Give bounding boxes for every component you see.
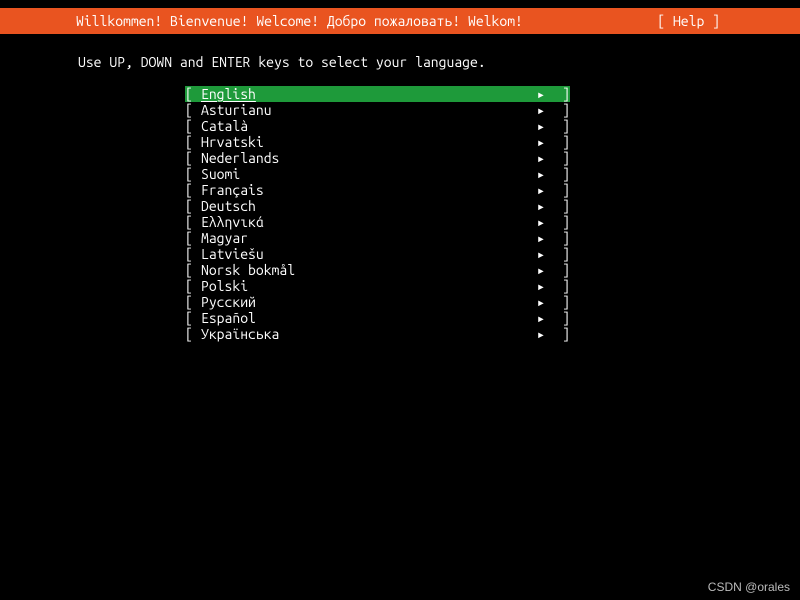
language-name: Norsk bokmål	[201, 262, 534, 278]
language-name: Nederlands	[201, 150, 534, 166]
language-name: Español	[201, 310, 534, 326]
language-item[interactable]: [ Ελληνικά▸ ]	[185, 214, 570, 230]
submenu-arrow-icon: ▸	[534, 198, 548, 214]
bracket-open-icon: [	[185, 278, 201, 294]
bracket-close-icon: ]	[548, 326, 570, 342]
language-item[interactable]: [ Français▸ ]	[185, 182, 570, 198]
bracket-open-icon: [	[185, 150, 201, 166]
submenu-arrow-icon: ▸	[534, 102, 548, 118]
bracket-open-icon: [	[185, 294, 201, 310]
bracket-close-icon: ]	[548, 150, 570, 166]
language-name: Українська	[201, 326, 534, 342]
bracket-open-icon: [	[185, 310, 201, 326]
language-name: English	[201, 86, 534, 102]
submenu-arrow-icon: ▸	[534, 134, 548, 150]
submenu-arrow-icon: ▸	[534, 182, 548, 198]
submenu-arrow-icon: ▸	[534, 166, 548, 182]
language-item[interactable]: [ Deutsch▸ ]	[185, 198, 570, 214]
language-name: Polski	[201, 278, 534, 294]
language-item[interactable]: [ Українська▸ ]	[185, 326, 570, 342]
bracket-close-icon: ]	[548, 230, 570, 246]
bracket-open-icon: [	[185, 246, 201, 262]
language-name: Hrvatski	[201, 134, 534, 150]
bracket-close-icon: ]	[548, 102, 570, 118]
language-item[interactable]: [ Latviešu▸ ]	[185, 246, 570, 262]
language-item[interactable]: [ Русский▸ ]	[185, 294, 570, 310]
bracket-open-icon: [	[185, 326, 201, 342]
bracket-open-icon: [	[185, 214, 201, 230]
bracket-open-icon: [	[185, 102, 201, 118]
help-button[interactable]: [ Help ]	[657, 8, 786, 34]
bracket-close-icon: ]	[548, 166, 570, 182]
language-item[interactable]: [ Asturianu▸ ]	[185, 102, 570, 118]
language-name: Latviešu	[201, 246, 534, 262]
submenu-arrow-icon: ▸	[534, 118, 548, 134]
bracket-close-icon: ]	[548, 262, 570, 278]
bracket-open-icon: [	[185, 86, 201, 102]
instruction-text: Use UP, DOWN and ENTER keys to select yo…	[78, 54, 486, 70]
language-list: [ English▸ ][ Asturianu▸ ][ Català▸ ][ H…	[185, 86, 570, 342]
language-name: Русский	[201, 294, 534, 310]
language-name: Suomi	[201, 166, 534, 182]
submenu-arrow-icon: ▸	[534, 278, 548, 294]
bracket-open-icon: [	[185, 166, 201, 182]
language-name: Magyar	[201, 230, 534, 246]
submenu-arrow-icon: ▸	[534, 262, 548, 278]
bracket-close-icon: ]	[548, 310, 570, 326]
submenu-arrow-icon: ▸	[534, 310, 548, 326]
submenu-arrow-icon: ▸	[534, 86, 548, 102]
language-item[interactable]: [ Nederlands▸ ]	[185, 150, 570, 166]
bracket-close-icon: ]	[548, 198, 570, 214]
language-name: Asturianu	[201, 102, 534, 118]
bracket-open-icon: [	[185, 198, 201, 214]
language-item[interactable]: [ Català▸ ]	[185, 118, 570, 134]
language-item[interactable]: [ Magyar▸ ]	[185, 230, 570, 246]
welcome-title: Willkommen! Bienvenue! Welcome! Добро по…	[14, 8, 523, 34]
bracket-close-icon: ]	[548, 182, 570, 198]
header-bar: Willkommen! Bienvenue! Welcome! Добро по…	[0, 8, 800, 34]
bracket-close-icon: ]	[548, 118, 570, 134]
submenu-arrow-icon: ▸	[534, 214, 548, 230]
language-name: Français	[201, 182, 534, 198]
bracket-close-icon: ]	[548, 86, 570, 102]
bracket-close-icon: ]	[548, 214, 570, 230]
language-item[interactable]: [ Hrvatski▸ ]	[185, 134, 570, 150]
bracket-open-icon: [	[185, 118, 201, 134]
bracket-close-icon: ]	[548, 246, 570, 262]
bracket-close-icon: ]	[548, 134, 570, 150]
submenu-arrow-icon: ▸	[534, 326, 548, 342]
language-name: Català	[201, 118, 534, 134]
language-name: Ελληνικά	[201, 214, 534, 230]
bracket-open-icon: [	[185, 134, 201, 150]
language-item[interactable]: [ Norsk bokmål▸ ]	[185, 262, 570, 278]
watermark: CSDN @orales	[708, 580, 790, 594]
language-item[interactable]: [ Español▸ ]	[185, 310, 570, 326]
bracket-close-icon: ]	[548, 294, 570, 310]
bracket-open-icon: [	[185, 262, 201, 278]
submenu-arrow-icon: ▸	[534, 230, 548, 246]
submenu-arrow-icon: ▸	[534, 150, 548, 166]
language-name: Deutsch	[201, 198, 534, 214]
language-item[interactable]: [ English▸ ]	[185, 86, 570, 102]
language-item[interactable]: [ Suomi▸ ]	[185, 166, 570, 182]
submenu-arrow-icon: ▸	[534, 294, 548, 310]
bracket-open-icon: [	[185, 182, 201, 198]
language-item[interactable]: [ Polski▸ ]	[185, 278, 570, 294]
bracket-open-icon: [	[185, 230, 201, 246]
submenu-arrow-icon: ▸	[534, 246, 548, 262]
bracket-close-icon: ]	[548, 278, 570, 294]
